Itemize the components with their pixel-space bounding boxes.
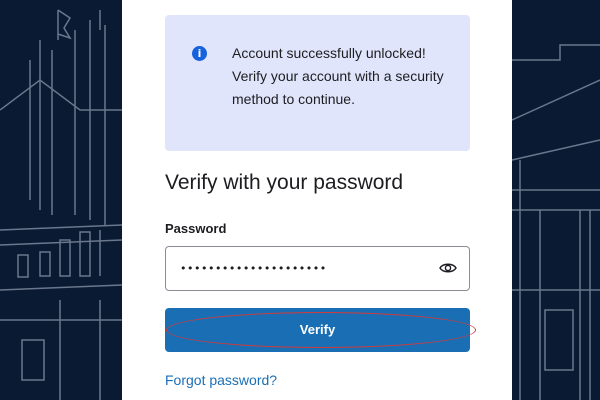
sign-in-card: i Account successfully unlocked! Verify …	[122, 0, 512, 400]
alert-message: Account successfully unlocked! Verify yo…	[232, 45, 444, 107]
forgot-password-link[interactable]: Forgot password?	[165, 372, 277, 388]
verify-button[interactable]: Verify	[165, 308, 470, 352]
eye-icon[interactable]	[439, 261, 457, 275]
page-title: Verify with your password	[165, 171, 404, 194]
password-label: Password	[165, 221, 227, 236]
password-value: •••••••••••••••••••••	[180, 262, 327, 275]
success-alert: i Account successfully unlocked! Verify …	[165, 15, 470, 151]
password-input[interactable]: •••••••••••••••••••••	[165, 246, 470, 291]
info-icon: i	[192, 46, 207, 61]
